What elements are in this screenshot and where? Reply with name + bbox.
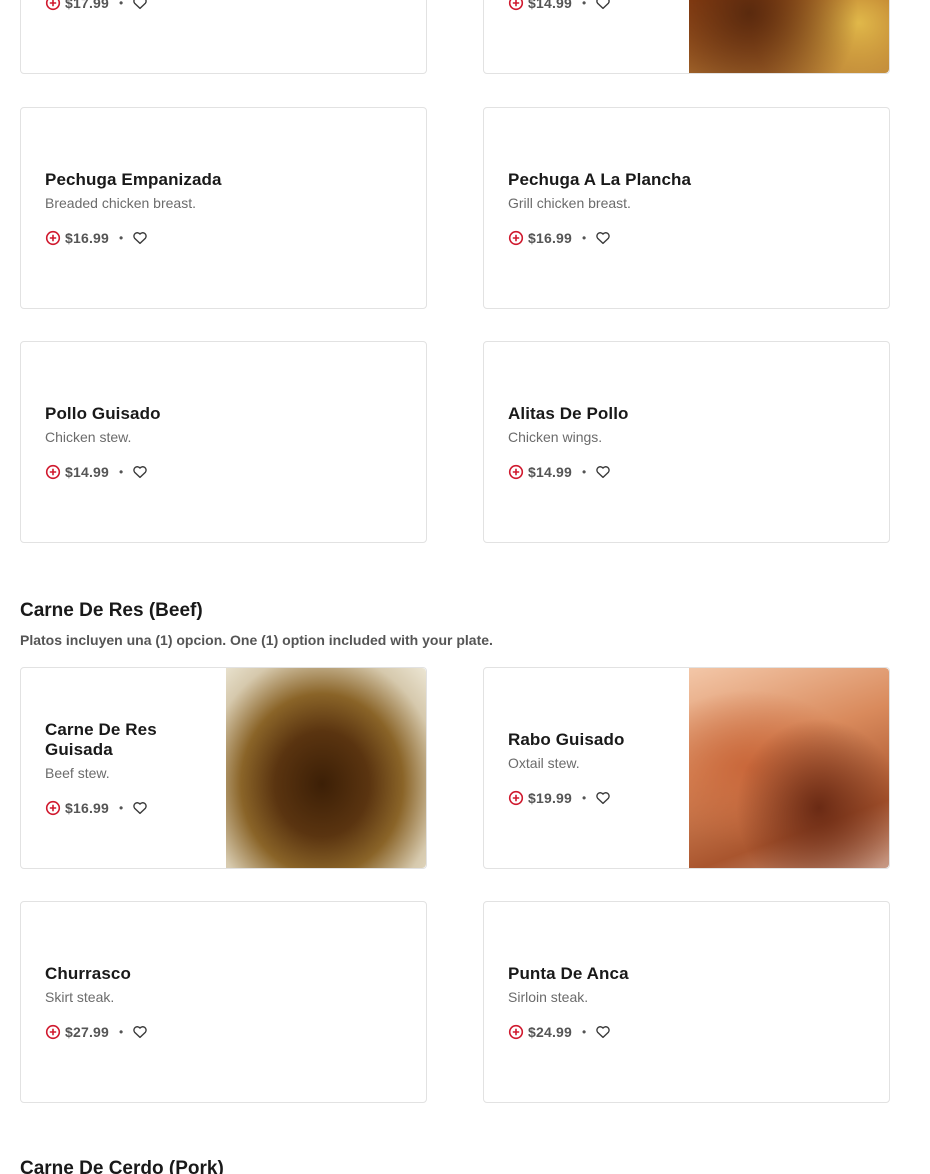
- menu-item-description: Chicken stew.: [45, 429, 132, 445]
- menu-item-name: Pechuga A La Plancha: [508, 170, 692, 189]
- section-title-pork: Carne De Cerdo (Pork): [20, 1158, 224, 1174]
- separator-dot: •: [582, 231, 587, 245]
- menu-item-card[interactable]: Pechuga Empanizada Breaded chicken breas…: [20, 107, 427, 309]
- menu-item-description: Beef stew.: [45, 765, 110, 781]
- menu-item-name: Pollo Guisado: [45, 404, 161, 423]
- menu-item-photo: [226, 668, 426, 868]
- add-circle-icon[interactable]: [45, 464, 61, 480]
- menu-item-price: $14.99: [528, 0, 573, 11]
- menu-item-body: Pollo Guisado Chicken stew. $14.99 •: [45, 342, 406, 542]
- separator-dot: •: [119, 1025, 124, 1039]
- add-circle-icon[interactable]: [45, 800, 61, 816]
- separator-dot: •: [119, 465, 124, 479]
- section-subtitle-beef: Platos incluyen una (1) opcion. One (1) …: [20, 632, 493, 648]
- menu-item-description: Sirloin steak.: [508, 989, 589, 1005]
- menu-item-card[interactable]: Pechuga A La Plancha Grill chicken breas…: [483, 107, 890, 309]
- section-title-beef: Carne De Res (Beef): [20, 600, 203, 621]
- menu-item-price: $14.99: [65, 464, 110, 480]
- heart-icon[interactable]: [132, 0, 148, 11]
- menu-item-price: $16.99: [528, 230, 573, 246]
- menu-item-meta: $19.99 •: [508, 790, 679, 806]
- menu-item-price: $16.99: [65, 800, 110, 816]
- menu-item-body: Pechuga Empanizada Breaded chicken breas…: [45, 108, 406, 308]
- separator-dot: •: [582, 791, 587, 805]
- heart-icon[interactable]: [132, 230, 148, 246]
- menu-item-body: Carne De Res Guisada Beef stew. $16.99 •: [45, 668, 216, 868]
- menu-item-card[interactable]: Punta De Anca Sirloin steak. $24.99 •: [483, 901, 890, 1103]
- add-circle-icon[interactable]: [45, 0, 61, 11]
- menu-item-description: Oxtail stew.: [508, 755, 580, 771]
- menu-item-meta: $14.99 •: [45, 464, 406, 480]
- add-circle-icon[interactable]: [508, 230, 524, 246]
- menu-item-body: Rabo Guisado Oxtail stew. $19.99 •: [508, 668, 679, 868]
- menu-item-body: Pechuga A La Plancha Grill chicken breas…: [508, 108, 869, 308]
- heart-icon[interactable]: [132, 1024, 148, 1040]
- menu-item-name: Punta De Anca: [508, 964, 629, 983]
- menu-item-meta: $16.99 •: [45, 230, 406, 246]
- menu-item-body: $17.99 •: [45, 0, 406, 73]
- separator-dot: •: [119, 231, 124, 245]
- menu-item-description: Chicken wings.: [508, 429, 603, 445]
- menu-page: $17.99 • $14.99 • Pechuga Empanizada Bre…: [0, 0, 930, 1174]
- menu-item-body: $14.99 •: [508, 0, 679, 73]
- menu-item-card[interactable]: $17.99 •: [20, 0, 427, 74]
- menu-item-card[interactable]: Pollo Guisado Chicken stew. $14.99 •: [20, 341, 427, 543]
- menu-item-meta: $17.99 •: [45, 0, 406, 11]
- heart-icon[interactable]: [595, 230, 611, 246]
- add-circle-icon[interactable]: [508, 0, 524, 11]
- heart-icon[interactable]: [595, 1024, 611, 1040]
- separator-dot: •: [582, 465, 587, 479]
- menu-item-meta: $16.99 •: [508, 230, 869, 246]
- add-circle-icon[interactable]: [508, 790, 524, 806]
- menu-item-card[interactable]: Carne De Res Guisada Beef stew. $16.99 •: [20, 667, 427, 869]
- menu-item-name: Pechuga Empanizada: [45, 170, 222, 189]
- menu-item-name: Churrasco: [45, 964, 131, 983]
- menu-item-card[interactable]: Alitas De Pollo Chicken wings. $14.99 •: [483, 341, 890, 543]
- menu-item-body: Churrasco Skirt steak. $27.99 •: [45, 902, 406, 1102]
- menu-item-photo: [689, 0, 889, 73]
- menu-item-description: Skirt steak.: [45, 989, 115, 1005]
- menu-item-card[interactable]: $14.99 •: [483, 0, 890, 74]
- add-circle-icon[interactable]: [45, 230, 61, 246]
- menu-item-card[interactable]: Rabo Guisado Oxtail stew. $19.99 •: [483, 667, 890, 869]
- menu-item-body: Punta De Anca Sirloin steak. $24.99 •: [508, 902, 869, 1102]
- heart-icon[interactable]: [132, 800, 148, 816]
- heart-icon[interactable]: [595, 790, 611, 806]
- menu-item-price: $17.99: [65, 0, 110, 11]
- menu-item-price: $16.99: [65, 230, 110, 246]
- menu-item-meta: $24.99 •: [508, 1024, 869, 1040]
- menu-item-name: Alitas De Pollo: [508, 404, 629, 423]
- separator-dot: •: [119, 0, 124, 10]
- menu-item-name: Carne De Res Guisada: [45, 720, 157, 759]
- separator-dot: •: [582, 1025, 587, 1039]
- menu-item-body: Alitas De Pollo Chicken wings. $14.99 •: [508, 342, 869, 542]
- menu-item-meta: $27.99 •: [45, 1024, 406, 1040]
- heart-icon[interactable]: [132, 464, 148, 480]
- menu-item-photo: [689, 668, 889, 868]
- menu-item-meta: $14.99 •: [508, 464, 869, 480]
- menu-item-meta: $16.99 •: [45, 800, 216, 816]
- menu-item-card[interactable]: Churrasco Skirt steak. $27.99 •: [20, 901, 427, 1103]
- separator-dot: •: [119, 801, 124, 815]
- menu-item-price: $27.99: [65, 1024, 110, 1040]
- menu-item-price: $14.99: [528, 464, 573, 480]
- heart-icon[interactable]: [595, 464, 611, 480]
- add-circle-icon[interactable]: [45, 1024, 61, 1040]
- menu-item-description: Grill chicken breast.: [508, 195, 631, 211]
- menu-item-description: Breaded chicken breast.: [45, 195, 196, 211]
- add-circle-icon[interactable]: [508, 464, 524, 480]
- separator-dot: •: [582, 0, 587, 10]
- menu-item-price: $24.99: [528, 1024, 573, 1040]
- menu-item-name: Rabo Guisado: [508, 730, 625, 749]
- menu-item-meta: $14.99 •: [508, 0, 679, 11]
- add-circle-icon[interactable]: [508, 1024, 524, 1040]
- heart-icon[interactable]: [595, 0, 611, 11]
- menu-item-price: $19.99: [528, 790, 573, 806]
